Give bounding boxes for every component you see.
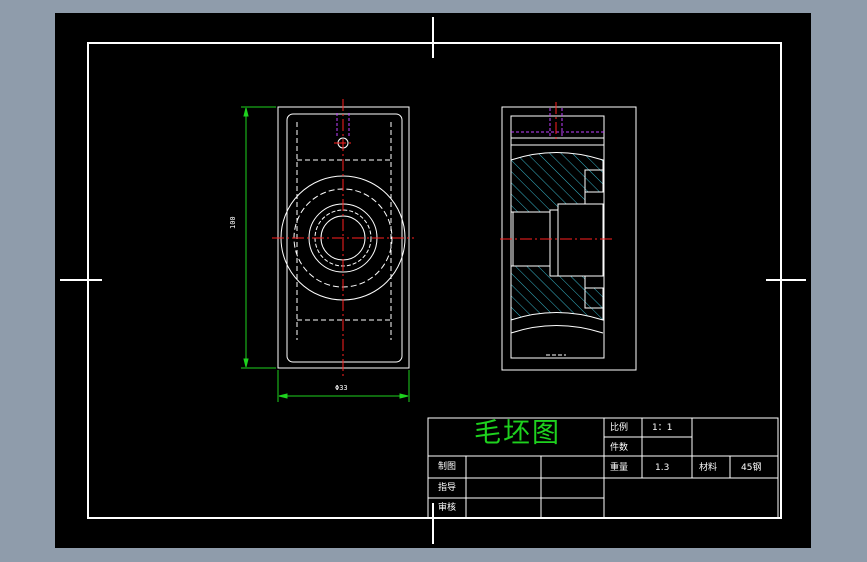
width-dimension-text: Φ33 [335,384,348,392]
side-pin-hidden [511,108,604,138]
scale-value: 1：1 [652,423,673,433]
material-value: 45钢 [741,463,762,473]
quantity-label: 件数 [610,443,629,453]
cad-drawing [60,17,806,544]
guide-label: 指导 [438,483,457,493]
front-centerlines [272,99,414,376]
front-inner-outline [286,113,403,363]
material-label: 材料 [699,463,718,473]
scale-label: 比例 [610,423,629,433]
side-bottom-curve [510,325,604,334]
drawn-label: 制图 [438,462,457,472]
review-label: 审核 [438,503,457,513]
front-hidden-lines [296,122,392,340]
centering-marks [60,17,806,544]
drawing-sheet: 100 Φ33 毛坯图 比例 1：1 件数 重量 1.3 材料 45钢 制图 指… [55,13,811,548]
height-dimension-text: 100 [229,216,237,229]
front-view [241,99,414,402]
hatched-section-top [510,152,604,213]
height-dimension [241,106,276,369]
drawing-border [87,42,782,519]
side-view [500,102,637,371]
weight-label: 重量 [610,463,629,473]
hatched-section-bottom [510,265,604,321]
weight-value: 1.3 [655,463,670,473]
drawing-title: 毛坯图 [474,418,561,449]
